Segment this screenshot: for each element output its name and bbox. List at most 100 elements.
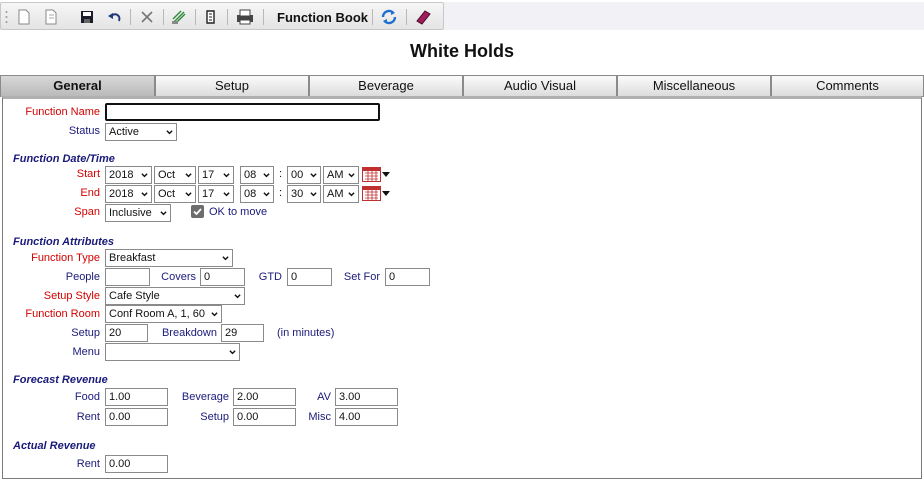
- setup-revenue-input[interactable]: 0.00: [233, 408, 296, 426]
- chevron-down-icon: [141, 192, 148, 197]
- food-label: Food: [74, 391, 100, 403]
- setup-style-select[interactable]: Cafe Style: [105, 287, 245, 305]
- end-minute-select[interactable]: 30: [287, 185, 321, 203]
- end-calendar-icon[interactable]: [362, 186, 381, 201]
- copy-icon[interactable]: [41, 7, 61, 27]
- breakdown-label: Breakdown: [161, 327, 217, 339]
- print-icon[interactable]: [234, 7, 256, 27]
- start-month-select[interactable]: Oct: [154, 166, 196, 184]
- toolbar: Function Book: [0, 2, 444, 30]
- start-calendar-icon[interactable]: [362, 167, 381, 182]
- function-type-value: Breakfast: [109, 252, 156, 264]
- rent-label: Rent: [76, 411, 100, 423]
- covers-input[interactable]: 0: [200, 268, 245, 286]
- end-hour-select[interactable]: 08: [240, 185, 274, 203]
- minutes-note: (in minutes): [277, 327, 335, 339]
- page-title: White Holds: [410, 41, 514, 61]
- end-ampm-select[interactable]: AM: [323, 185, 359, 203]
- food-input[interactable]: 1.00: [105, 388, 168, 406]
- chevron-down-icon: [310, 192, 317, 197]
- chevron-down-icon: [263, 173, 270, 178]
- beverage-label: Beverage: [181, 391, 229, 403]
- ok-to-move-checkbox[interactable]: [191, 205, 204, 218]
- ok-to-move-label: OK to move: [209, 206, 268, 218]
- start-year-select[interactable]: 2018: [105, 166, 152, 184]
- end-month-select[interactable]: Oct: [154, 185, 196, 203]
- status-value: Active: [109, 126, 139, 138]
- function-room-select[interactable]: Conf Room A, 1, 60: [105, 305, 222, 323]
- save-icon[interactable]: [77, 7, 97, 27]
- start-label: Start: [76, 168, 100, 180]
- start-calendar-dropdown-icon[interactable]: [382, 172, 390, 177]
- time-separator: :: [279, 168, 283, 180]
- tab-beverage[interactable]: Beverage: [309, 75, 463, 97]
- chevron-down-icon: [348, 192, 355, 197]
- beverage-input[interactable]: 2.00: [233, 388, 296, 406]
- end-calendar-dropdown-icon[interactable]: [382, 191, 390, 196]
- new-icon[interactable]: [14, 7, 34, 27]
- chevron-down-icon: [141, 173, 148, 178]
- tab-bar: General Setup Beverage Audio Visual Misc…: [0, 75, 924, 97]
- set-for-input[interactable]: 0: [385, 268, 430, 286]
- function-room-value: Conf Room A, 1, 60: [109, 308, 205, 320]
- function-type-label: Function Type: [31, 252, 100, 264]
- start-hour-select[interactable]: 08: [240, 166, 274, 184]
- toolbar-background: [444, 2, 924, 30]
- delete-icon[interactable]: [137, 7, 157, 27]
- setup-time-label: Setup: [71, 327, 100, 339]
- function-name-input[interactable]: [105, 103, 380, 121]
- chevron-down-icon: [185, 192, 192, 197]
- setup-time-input[interactable]: 20: [105, 324, 148, 342]
- tab-setup[interactable]: Setup: [155, 75, 309, 97]
- date-time-section-title: Function Date/Time: [13, 153, 115, 165]
- people-input[interactable]: [105, 268, 150, 286]
- document-icon[interactable]: [201, 7, 221, 27]
- people-label: People: [65, 271, 100, 283]
- start-day-select[interactable]: 17: [198, 166, 234, 184]
- setup-style-value: Cafe Style: [109, 290, 160, 302]
- tab-miscellaneous[interactable]: Miscellaneous: [617, 75, 771, 97]
- function-book-button[interactable]: Function Book: [277, 10, 368, 25]
- span-value: Inclusive: [109, 207, 152, 219]
- actual-rent-input[interactable]: 0.00: [105, 455, 168, 473]
- book-icon[interactable]: [412, 7, 434, 27]
- actual-section-title: Actual Revenue: [13, 440, 96, 452]
- end-day-select[interactable]: 17: [198, 185, 234, 203]
- chevron-down-icon: [211, 312, 218, 317]
- checkmark-icon: [193, 208, 202, 216]
- menu-select[interactable]: [105, 343, 240, 361]
- chevron-down-icon: [234, 294, 241, 299]
- start-minute-select[interactable]: 00: [287, 166, 321, 184]
- breakdown-input[interactable]: 29: [221, 324, 264, 342]
- start-ampm-select[interactable]: AM: [323, 166, 359, 184]
- chevron-down-icon: [223, 192, 230, 197]
- chevron-down-icon: [348, 173, 355, 178]
- setup-style-label: Setup Style: [43, 290, 100, 302]
- status-label: Status: [68, 125, 100, 137]
- av-label: AV: [317, 391, 331, 403]
- status-select[interactable]: Active: [105, 123, 177, 141]
- covers-label: Covers: [161, 271, 196, 283]
- chevron-down-icon: [222, 256, 229, 261]
- av-input[interactable]: 3.00: [335, 388, 398, 406]
- end-label: End: [80, 187, 100, 199]
- chevron-down-icon: [166, 130, 173, 135]
- rent-input[interactable]: 0.00: [105, 408, 168, 426]
- actual-rent-label: Rent: [76, 458, 100, 470]
- undo-icon[interactable]: [105, 7, 125, 27]
- tab-general[interactable]: General: [0, 75, 155, 97]
- end-year-select[interactable]: 2018: [105, 185, 152, 203]
- function-type-select[interactable]: Breakfast: [105, 249, 233, 267]
- attributes-section-title: Function Attributes: [13, 236, 115, 248]
- gtd-input[interactable]: 0: [287, 268, 332, 286]
- misc-label: Misc: [308, 411, 331, 423]
- set-for-label: Set For: [343, 271, 380, 283]
- tab-comments[interactable]: Comments: [771, 75, 924, 97]
- chevron-down-icon: [310, 173, 317, 178]
- refresh-icon[interactable]: [377, 7, 401, 27]
- misc-input[interactable]: 4.00: [335, 408, 398, 426]
- tab-audio-visual[interactable]: Audio Visual: [463, 75, 617, 97]
- stamp-icon[interactable]: [169, 7, 189, 27]
- forecast-section-title: Forecast Revenue: [13, 374, 108, 386]
- span-select[interactable]: Inclusive: [105, 204, 171, 222]
